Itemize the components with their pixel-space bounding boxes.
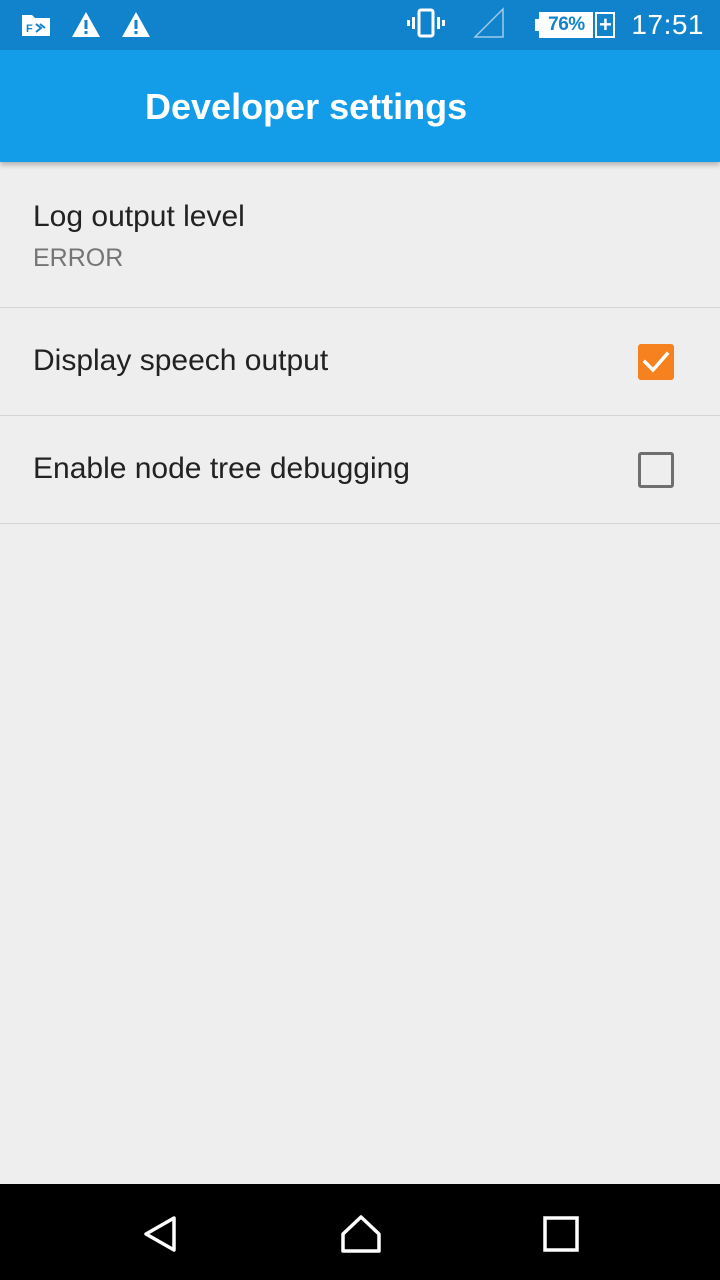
pref-display-speech-output[interactable]: Display speech output [0, 308, 720, 416]
battery-level-text: 76% [548, 14, 585, 35]
pref-log-output-level[interactable]: Log output level ERROR [0, 162, 720, 308]
status-bar: F 76% + 17:51 [0, 0, 720, 50]
battery-indicator: 76% + [535, 12, 616, 38]
pref-summary: ERROR [33, 244, 124, 272]
battery-icon: 76% [539, 12, 594, 38]
app-bar: Developer settings [0, 50, 720, 162]
preferences-list: Log output level ERROR Display speech ou… [0, 162, 720, 524]
status-clock: 17:51 [631, 9, 704, 40]
pref-title: Enable node tree debugging [33, 452, 410, 485]
speech-output-checkbox[interactable] [638, 344, 674, 380]
pref-enable-node-tree-debugging[interactable]: Enable node tree debugging [0, 416, 720, 524]
notification-icons: F [20, 9, 152, 46]
svg-text:F: F [26, 23, 33, 35]
warning-icon [120, 9, 152, 46]
page-title: Developer settings [145, 86, 468, 127]
pref-title: Log output level [33, 200, 245, 233]
checkmark-icon [642, 351, 670, 373]
navigation-bar [0, 1184, 720, 1280]
no-signal-icon [473, 6, 505, 44]
home-icon[interactable] [340, 1214, 382, 1259]
warning-icon [70, 9, 102, 46]
recents-icon[interactable] [543, 1216, 579, 1257]
file-manager-notification-icon: F [20, 9, 52, 46]
system-icons: 76% + 17:51 [407, 0, 704, 50]
node-tree-debugging-checkbox[interactable] [638, 452, 674, 488]
back-icon[interactable] [140, 1214, 180, 1259]
pref-title: Display speech output [33, 344, 329, 377]
charging-icon: + [595, 12, 616, 38]
vibrate-icon [407, 8, 446, 43]
